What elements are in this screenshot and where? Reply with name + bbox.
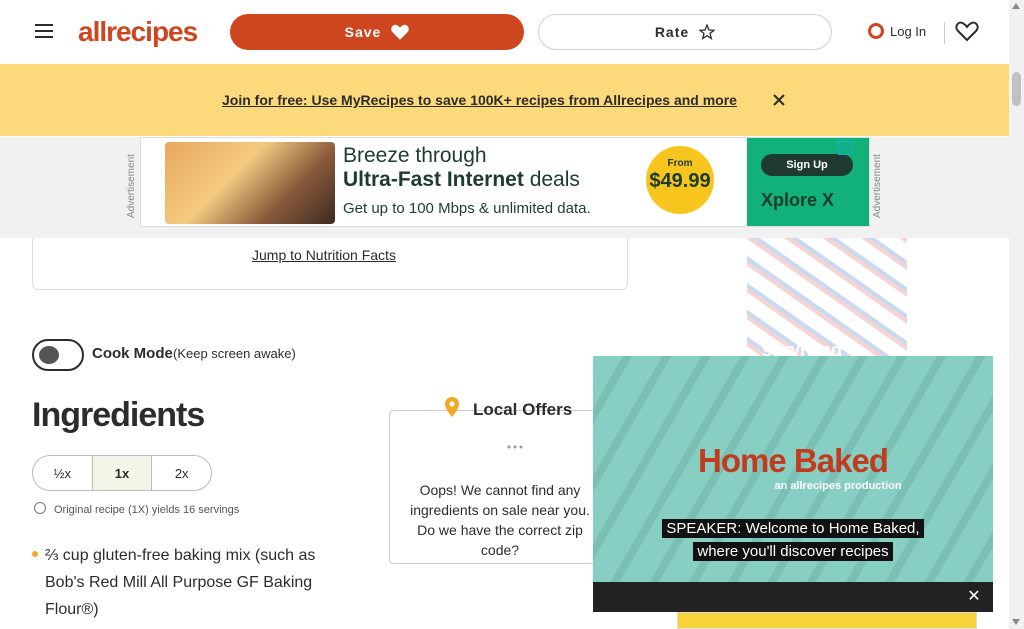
login-link[interactable]: Log In: [868, 18, 926, 44]
caption-line-2: where you'll discover recipes: [693, 542, 893, 561]
scale-2x-button[interactable]: 2x: [152, 456, 211, 490]
local-offers-title: Local Offers: [473, 400, 573, 419]
bottom-ad[interactable]: [677, 612, 977, 629]
ad-subheadline-rest: deals: [523, 168, 580, 191]
heart-icon: [391, 24, 410, 40]
rate-button[interactable]: Rate: [538, 14, 832, 50]
ad-subheadline: Ultra-Fast Internet deals: [343, 168, 580, 192]
login-label: Log In: [890, 23, 927, 39]
scale-half-button[interactable]: ½x: [33, 456, 93, 490]
jump-to-nutrition-link[interactable]: Jump to Nutrition Facts: [252, 245, 409, 265]
advertisement-label-left: Advertisement: [126, 154, 137, 218]
caption-line-1: SPEAKER: Welcome to Home Baked,: [662, 519, 924, 538]
advertisement-label-right: Advertisement: [872, 154, 883, 218]
hamburger-menu-icon[interactable]: [31, 18, 57, 44]
scroll-up-icon[interactable]: [1012, 3, 1020, 9]
loading-dots-icon[interactable]: [505, 437, 525, 451]
ad-photo: [165, 142, 335, 224]
cook-mode-toggle[interactable]: [32, 339, 84, 371]
video-logo: Home Baked: [698, 442, 889, 479]
join-myrecipes-link[interactable]: Join for free: Use MyRecipes to save 100…: [222, 89, 756, 111]
yield-info: Original recipe (1X) yields 16 servings: [34, 502, 239, 516]
location-pin-icon: [445, 397, 459, 417]
ad-brand-name: Xplore X: [761, 190, 835, 210]
toggle-knob: [39, 346, 59, 364]
rate-label: Rate: [654, 24, 690, 40]
save-label: Save: [344, 24, 382, 40]
home-baked-video-player[interactable]: Home Baked an allrecipes production SPEA…: [593, 356, 993, 582]
video-close-icon[interactable]: ✕: [963, 586, 985, 608]
saved-recipes-heart-icon[interactable]: [955, 18, 979, 44]
ad-price-badge: From $49.99: [646, 146, 714, 214]
ingredient-item[interactable]: ⅔ cup gluten-free baking mix (such as Bo…: [45, 542, 355, 623]
ad-subheadline-bold: Ultra-Fast Internet: [343, 168, 524, 191]
local-offers-message: Oops! We cannot find any ingredients on …: [410, 482, 590, 558]
scrollbar-thumb[interactable]: [1012, 72, 1021, 106]
header-divider: [944, 22, 945, 44]
adchoices-icon[interactable]: ▷: [838, 141, 852, 155]
video-control-bar: [593, 582, 993, 612]
yield-text: Original recipe (1X) yields 16 servings: [54, 504, 240, 516]
cook-mode-sub[interactable]: (Keep screen awake): [173, 346, 296, 361]
cook-mode-label: Cook Mode: [92, 345, 173, 362]
ad-price-amount: $49.99: [649, 170, 711, 192]
sidebar-ad[interactable]: [747, 238, 907, 356]
star-icon: [699, 24, 716, 40]
video-caption: SPEAKER: Welcome to Home Baked, where yo…: [653, 517, 933, 563]
ingredient-bullet: [32, 551, 38, 557]
ad-body: Get up to 100 Mbps & unlimited data.: [343, 200, 591, 217]
ingredients-heading: Ingredients: [32, 396, 205, 434]
logo-text: allrecipes: [78, 16, 198, 47]
scroll-down-icon[interactable]: [1012, 619, 1020, 625]
ad-price-from: From: [667, 158, 693, 169]
video-logo-sub: an allrecipes production: [774, 480, 902, 492]
save-button[interactable]: Save: [230, 14, 524, 50]
user-icon: [868, 23, 884, 39]
servings-scaler: ½x 1x 2x: [32, 455, 212, 491]
scale-1x-button[interactable]: 1x: [92, 456, 153, 490]
info-icon[interactable]: [34, 502, 46, 514]
ad-signup-button[interactable]: Sign Up: [761, 154, 853, 176]
internet-deal-ad[interactable]: Breeze through Ultra-Fast Internet deals…: [140, 137, 870, 227]
allrecipes-logo[interactable]: allrecipes: [78, 14, 198, 50]
ad-headline: Breeze through: [343, 144, 487, 167]
close-icon[interactable]: [771, 91, 787, 109]
